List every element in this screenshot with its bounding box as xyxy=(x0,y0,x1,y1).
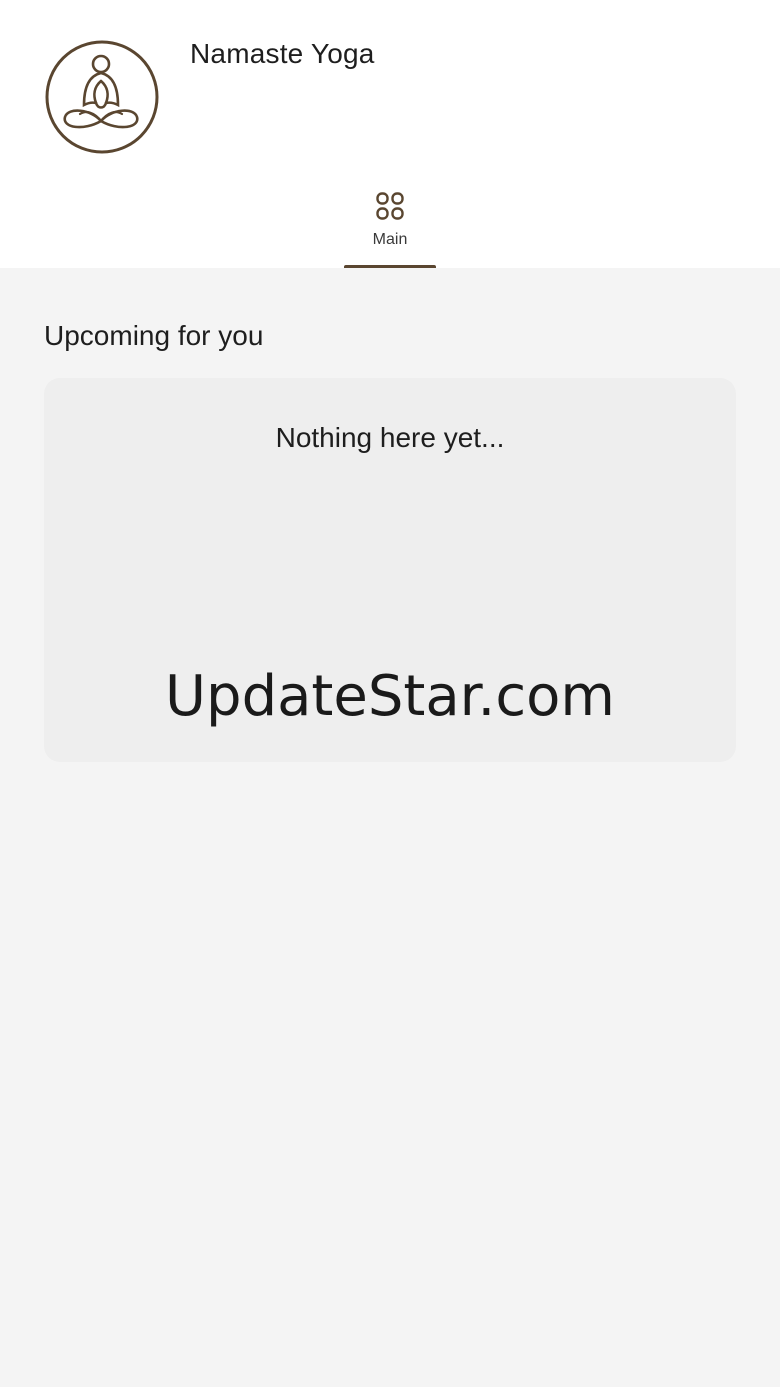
app-title: Namaste Yoga xyxy=(190,38,375,69)
grid-icon xyxy=(374,190,406,222)
upcoming-empty-card: Nothing here yet... UpdateStar.com xyxy=(44,378,736,762)
empty-state-message: Nothing here yet... xyxy=(275,422,505,453)
watermark-text: UpdateStar.com xyxy=(165,664,615,729)
tab-main-label: Main xyxy=(372,231,408,248)
tab-main[interactable]: Main xyxy=(344,184,436,268)
meditation-pose-icon xyxy=(44,39,160,155)
tab-active-indicator xyxy=(344,265,436,268)
upcoming-section-title: Upcoming for you xyxy=(44,320,264,351)
app-header: Namaste Yoga Main xyxy=(0,0,780,268)
